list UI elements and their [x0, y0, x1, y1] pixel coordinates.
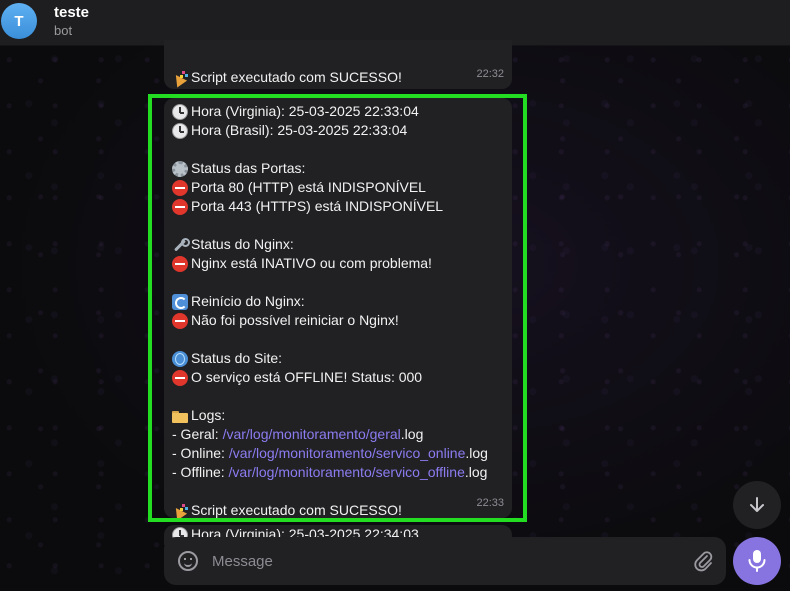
line-log-offline: - Offline: /var/log/monitoramento/servic… [172, 463, 504, 482]
globe-icon [172, 350, 188, 367]
line-sucesso: Script executado com SUCESSO! [172, 501, 504, 520]
log-offline-label: - Offline: [172, 464, 229, 480]
log-offline-link[interactable]: /var/log/monitoramento/servico_offline [229, 463, 465, 482]
log-online-ext: .log [465, 445, 488, 461]
no-entry-icon [172, 369, 188, 386]
sucesso-text: Script executado com SUCESSO! [191, 502, 402, 518]
line-porta-80: Porta 80 (HTTP) está INDISPONÍVEL [172, 178, 504, 197]
scroll-down-button[interactable] [733, 481, 781, 529]
nginx-inativo-text: Nginx está INATIVO ou com problema! [191, 255, 432, 271]
gear-icon [172, 160, 188, 177]
logs-text: Logs: [191, 407, 226, 423]
message-bubble-highlighted[interactable]: Hora (Virginia): 25-03-2025 22:33:04 Hor… [164, 98, 512, 518]
smiley-icon[interactable] [178, 551, 198, 571]
status-site-text: Status do Site: [191, 350, 283, 366]
line-hora-virginia: Hora (Virginia): 25-03-2025 22:33:04 [172, 102, 504, 121]
log-online-link[interactable]: /var/log/monitoramento/servico_online [229, 444, 466, 463]
line-log-geral: - Geral: /var/log/monitoramento/geral .l… [172, 425, 504, 444]
hora-brasil-text: Hora (Brasil): 25-03-2025 22:33:04 [191, 122, 408, 138]
message-bubble[interactable]: Script executado com SUCESSO! 22:32 [164, 40, 512, 89]
line-servico-offline: O serviço está OFFLINE! Status: 000 [172, 368, 504, 387]
hora-virginia-text: Hora (Virginia): 25-03-2025 22:33:04 [191, 103, 419, 119]
message-time: 22:32 [476, 68, 504, 80]
log-geral-link[interactable]: /var/log/monitoramento/geral [223, 425, 401, 444]
line-status-nginx: Status do Nginx: [172, 235, 504, 254]
no-entry-icon [172, 179, 188, 196]
arrow-down-icon [750, 497, 764, 512]
message-text: Script executado com SUCESSO! [172, 68, 402, 87]
microphone-icon [748, 550, 766, 572]
message-input[interactable] [212, 537, 672, 585]
no-entry-icon [172, 198, 188, 215]
line-reinicio-nginx: Reinício do Nginx: [172, 292, 504, 311]
status-nginx-text: Status do Nginx: [191, 236, 294, 252]
line-log-online: - Online: /var/log/monitoramento/servico… [172, 444, 504, 463]
avatar[interactable]: T [1, 3, 37, 39]
clock-icon [172, 103, 188, 120]
porta-443-text: Porta 443 (HTTPS) está INDISPONÍVEL [191, 198, 444, 214]
no-entry-icon [172, 312, 188, 329]
reinicio-nginx-text: Reinício do Nginx: [191, 293, 305, 309]
line-nginx-inativo: Nginx está INATIVO ou com problema! [172, 254, 504, 273]
nao-reiniciar-text: Não foi possível reiniciar o Nginx! [191, 312, 399, 328]
paperclip-icon[interactable] [692, 549, 714, 573]
wrench-icon [172, 237, 190, 253]
log-online-label: - Online: [172, 445, 229, 461]
log-geral-ext: .log [400, 426, 424, 442]
clock-icon [172, 122, 188, 139]
message-time: 22:33 [476, 497, 504, 509]
line-status-site: Status do Site: [172, 349, 504, 368]
party-popper-icon [172, 503, 188, 519]
chat-title: teste [54, 4, 90, 21]
servico-offline-text: O serviço está OFFLINE! Status: 000 [191, 369, 423, 385]
success-text: Script executado com SUCESSO! [191, 69, 402, 85]
message-composer [164, 537, 726, 585]
line-nao-reiniciar: Não foi possível reiniciar o Nginx! [172, 311, 504, 330]
party-popper-icon [172, 70, 188, 86]
log-geral-label: - Geral: [172, 426, 223, 442]
log-offline-ext: .log [464, 464, 488, 480]
no-entry-icon [172, 255, 188, 272]
line-porta-443: Porta 443 (HTTPS) está INDISPONÍVEL [172, 197, 504, 216]
status-portas-text: Status das Portas: [191, 160, 306, 176]
chat-status: bot [54, 23, 73, 38]
line-status-portas: Status das Portas: [172, 159, 504, 178]
porta-80-text: Porta 80 (HTTP) está INDISPONÍVEL [191, 179, 426, 195]
folder-icon [172, 408, 188, 424]
line-hora-brasil: Hora (Brasil): 25-03-2025 22:33:04 [172, 121, 504, 140]
refresh-icon [172, 293, 188, 310]
voice-record-button[interactable] [733, 537, 781, 585]
line-logs: Logs: [172, 406, 504, 425]
